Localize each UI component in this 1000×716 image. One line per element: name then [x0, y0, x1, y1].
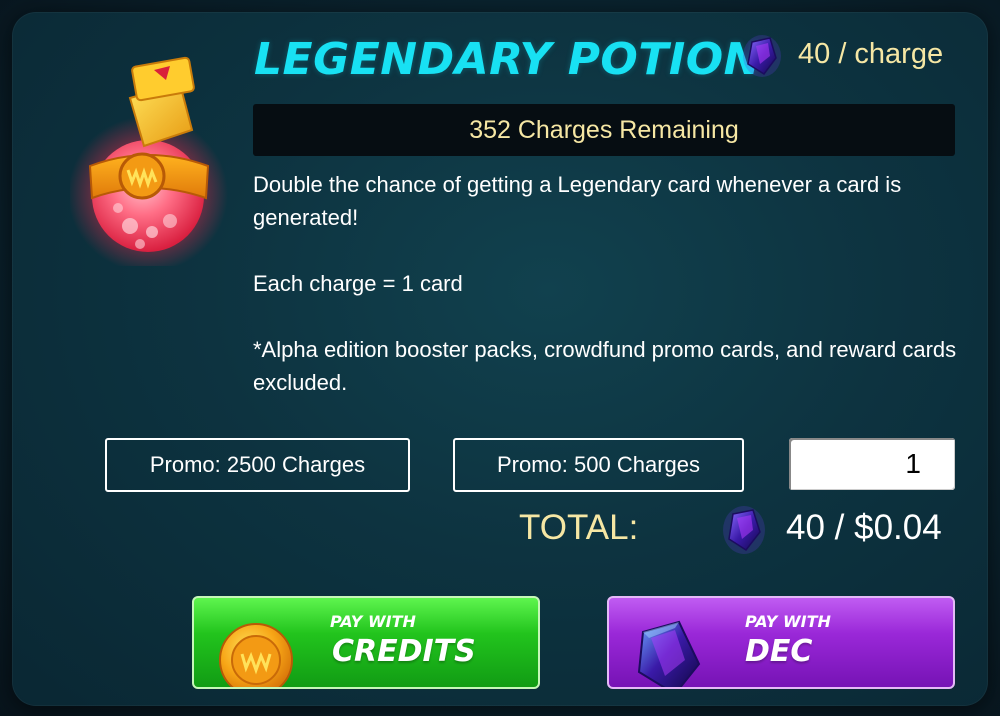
item-title: LEGENDARY POTION [254, 34, 761, 85]
item-description: Double the chance of getting a Legendary… [253, 168, 963, 399]
legendary-potion-icon [70, 56, 228, 266]
charges-remaining-bar: 352 Charges Remaining [253, 104, 955, 156]
dec-shard-icon [637, 620, 701, 687]
pay-with-label: PAY WITH [745, 612, 831, 631]
promo-500-charges-button[interactable]: Promo: 500 Charges [453, 438, 744, 492]
quantity-input[interactable] [789, 438, 955, 490]
pay-with-credits-button[interactable]: PAY WITH CREDITS [192, 596, 540, 689]
total-label: TOTAL: [519, 508, 639, 547]
price-per-charge: 40 / charge [798, 38, 944, 70]
description-line: *Alpha edition booster packs, crowdfund … [253, 337, 957, 395]
pay-with-label: PAY WITH [330, 612, 416, 631]
dec-label: DEC [745, 634, 813, 669]
dec-gem-icon [723, 506, 765, 554]
dec-gem-icon [743, 35, 781, 77]
description-line: Each charge = 1 card [253, 271, 463, 296]
description-line: Double the chance of getting a Legendary… [253, 172, 902, 230]
charges-remaining-text: 352 Charges Remaining [469, 115, 739, 144]
promo-2500-charges-button[interactable]: Promo: 2500 Charges [105, 438, 410, 492]
credits-coin-icon [219, 623, 293, 687]
credits-label: CREDITS [332, 634, 476, 669]
pay-with-dec-button[interactable]: PAY WITH DEC [607, 596, 955, 689]
total-value: 40 / $0.04 [786, 508, 942, 547]
